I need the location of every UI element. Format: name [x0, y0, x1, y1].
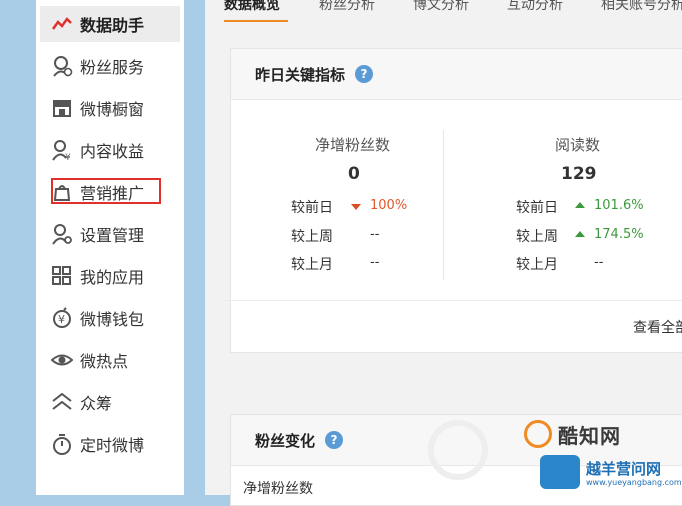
watermark-wifi-icon	[540, 455, 580, 489]
trend-up-icon	[575, 231, 585, 237]
metric-divider	[443, 130, 444, 280]
sidebar-item-label: 设置管理	[80, 226, 145, 245]
sidebar-item-crowdfunding[interactable]: 众筹	[40, 384, 180, 420]
card-title: 昨日关键指标	[255, 65, 346, 84]
svg-text:¥: ¥	[65, 153, 71, 161]
sidebar-item-label: 众筹	[80, 394, 113, 413]
compare-label: 较上周	[516, 229, 558, 245]
view-all-link[interactable]: 查看全部	[633, 317, 682, 337]
sidebar-item-wallet[interactable]: ¥ 微博钱包	[40, 300, 180, 336]
sidebar-item-my-apps[interactable]: 我的应用	[40, 258, 180, 294]
card-header: 昨日关键指标 ?	[231, 49, 682, 100]
sidebar-item-hot-topics[interactable]: 微热点	[40, 342, 180, 378]
compare-label: 较前日	[516, 200, 558, 216]
watermark-ring	[428, 420, 488, 480]
eye-icon	[50, 348, 74, 372]
sidebar-item-label: 我的应用	[80, 268, 145, 287]
sidebar-item-fans-service[interactable]: 粉丝服务	[40, 48, 180, 84]
tab-post-analysis[interactable]: 博文分析	[413, 0, 469, 14]
tab-bar: 数据概览 粉丝分析 博文分析 互动分析 相关账号分析	[205, 0, 682, 24]
watermark-url: www.yueyangbang.com	[586, 478, 682, 487]
sidebar-item-shop-window[interactable]: 微博橱窗	[40, 90, 180, 126]
card-title: 粉丝变化	[255, 431, 316, 450]
compare-value: --	[370, 255, 380, 270]
svg-text:¥: ¥	[58, 313, 65, 326]
watermark-logo-icon	[524, 420, 552, 448]
timer-icon	[50, 432, 74, 456]
active-tab-indicator	[224, 20, 288, 22]
metric-value-reads: 129	[561, 164, 597, 184]
sidebar-item-label: 数据助手	[80, 16, 145, 35]
tab-fans-analysis[interactable]: 粉丝分析	[319, 0, 375, 14]
metric-name-net-fans: 净增粉丝数	[315, 136, 391, 154]
watermark-brand: 酷知网	[558, 424, 621, 448]
crowdfunding-icon	[50, 390, 74, 414]
sidebar-item-settings[interactable]: 设置管理	[40, 216, 180, 252]
settings-user-icon	[50, 222, 74, 246]
compare-label: 较上月	[291, 257, 333, 273]
metric-value-net-fans: 0	[348, 164, 360, 184]
sidebar-item-data-assistant[interactable]: 数据助手	[40, 6, 180, 42]
compare-label: 较上周	[291, 229, 333, 245]
fans-service-icon	[50, 54, 74, 78]
highlight-box	[51, 178, 161, 204]
compare-value: 101.6%	[594, 198, 644, 213]
compare-value: --	[370, 227, 380, 242]
compare-value: 100%	[370, 198, 408, 213]
sidebar-item-label: 微博钱包	[80, 310, 145, 329]
sidebar-item-label: 微博橱窗	[80, 100, 145, 119]
sidebar-item-content-income[interactable]: ¥ 内容收益	[40, 132, 180, 168]
sidebar-item-scheduled-post[interactable]: 定时微博	[40, 426, 180, 462]
compare-label: 较前日	[291, 200, 333, 216]
wallet-icon: ¥	[50, 306, 74, 330]
sidebar-item-label: 粉丝服务	[80, 58, 145, 77]
apps-grid-icon	[50, 264, 74, 288]
trend-down-icon	[351, 204, 361, 210]
watermark-brand-2: 越羊营问网	[586, 460, 662, 478]
tab-data-overview[interactable]: 数据概览	[224, 0, 280, 14]
trend-up-icon	[575, 202, 585, 208]
help-icon[interactable]: ?	[325, 431, 344, 449]
content-income-icon: ¥	[50, 138, 74, 162]
sidebar-item-label: 定时微博	[80, 436, 145, 455]
compare-label: 较上月	[516, 257, 558, 273]
sidebar: 数据助手 粉丝服务 微博橱窗 ¥ 内容收益 营销推广 设置管理 我的应用 ¥ 微…	[36, 0, 184, 495]
compare-value: 174.5%	[594, 227, 644, 242]
tab-interaction-analysis[interactable]: 互动分析	[507, 0, 563, 14]
shop-window-icon	[50, 96, 74, 120]
line-chart-icon	[50, 12, 74, 36]
sidebar-item-label: 内容收益	[80, 142, 145, 161]
metric-name-reads: 阅读数	[555, 136, 601, 154]
fans-row-label: 净增粉丝数	[243, 481, 313, 497]
sidebar-item-label: 微热点	[80, 352, 129, 371]
tab-related-accounts[interactable]: 相关账号分析	[601, 0, 682, 14]
help-icon[interactable]: ?	[355, 65, 374, 83]
card-footer-divider	[221, 300, 682, 301]
compare-value: --	[594, 255, 604, 270]
